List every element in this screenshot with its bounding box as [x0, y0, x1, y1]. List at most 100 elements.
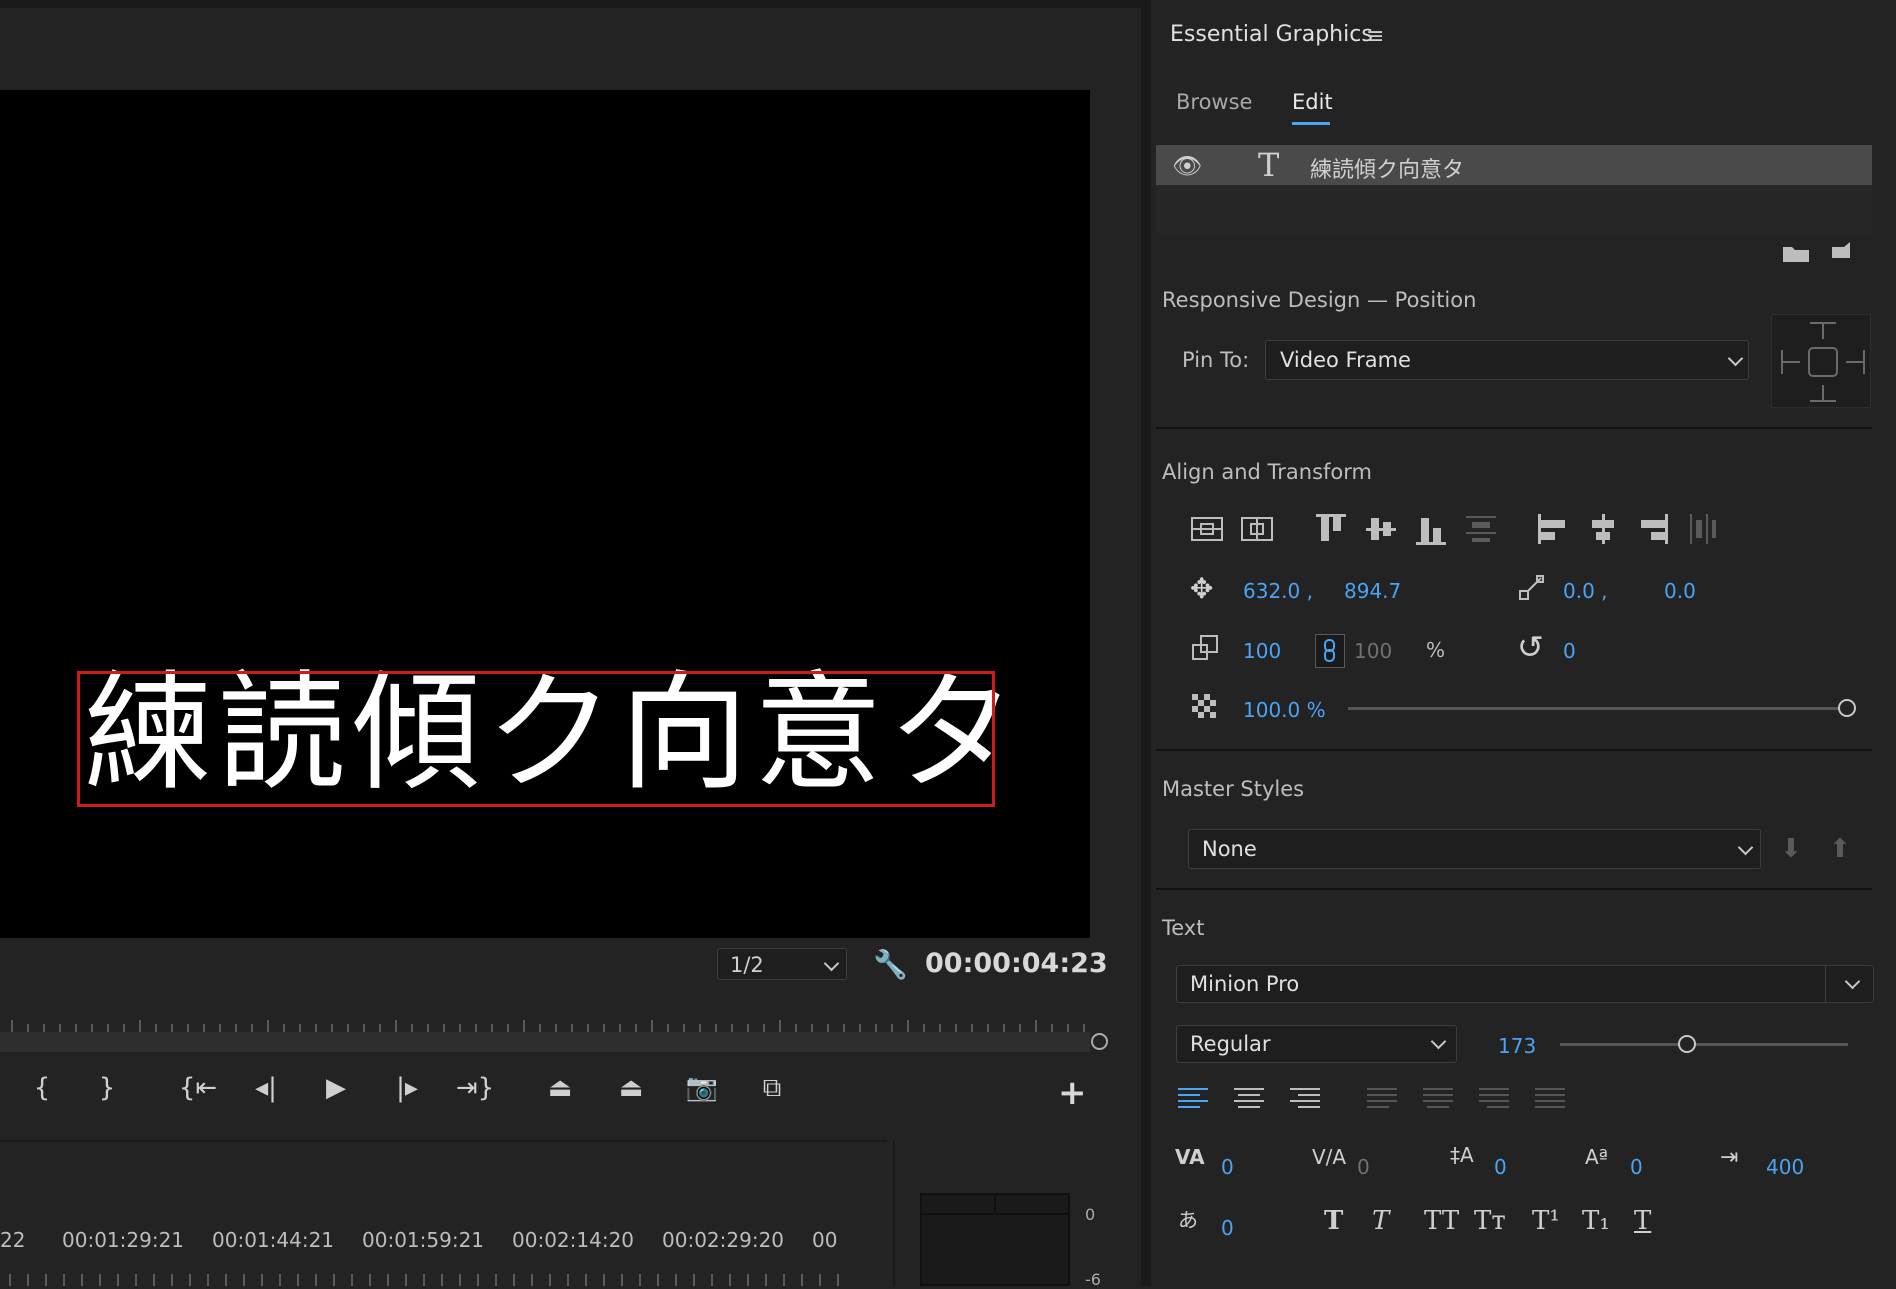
justify-left-icon	[1367, 1088, 1397, 1116]
justify-right-icon	[1479, 1088, 1509, 1116]
extract-icon[interactable]: ⏏	[611, 1073, 651, 1103]
font-style-value: Regular	[1190, 1032, 1271, 1056]
anchor-x-value[interactable]: 0.0 ,	[1563, 579, 1608, 603]
scrub-bar[interactable]	[0, 1032, 1090, 1052]
panel-menu-icon[interactable]: ≡	[1366, 24, 1384, 49]
align-transform-title: Align and Transform	[1162, 460, 1372, 484]
scale-value[interactable]: 100	[1243, 639, 1281, 663]
distribute-vertical-icon	[1466, 516, 1496, 542]
select-split	[1825, 966, 1826, 1002]
font-size-value[interactable]: 173	[1498, 1034, 1536, 1058]
baseline-shift-value[interactable]: 0	[1630, 1155, 1643, 1179]
align-right-icon[interactable]	[1636, 512, 1670, 546]
position-y-value[interactable]: 894.7	[1344, 579, 1401, 603]
align-vertical-center-frame-icon[interactable]	[1190, 512, 1224, 546]
small-caps-icon[interactable]: Tт	[1474, 1206, 1506, 1236]
opacity-slider-track[interactable]	[1348, 707, 1838, 710]
step-back-button[interactable]: ◂|	[246, 1073, 286, 1103]
mark-in-button[interactable]: {	[22, 1073, 62, 1103]
leading-value[interactable]: 0	[1494, 1155, 1507, 1179]
kerning-icon: VA	[1175, 1145, 1205, 1169]
active-tab-indicator	[1292, 122, 1330, 125]
section-separator	[1156, 427, 1872, 429]
zoom-handle[interactable]	[1091, 1033, 1108, 1050]
rotation-value[interactable]: 0	[1563, 639, 1576, 663]
audio-meter	[920, 1193, 1070, 1286]
faux-italic-icon[interactable]: T	[1372, 1206, 1389, 1236]
pin-to-select[interactable]: Video Frame	[1265, 340, 1749, 380]
responsive-design-title: Responsive Design — Position	[1162, 288, 1477, 312]
timeline-ruler[interactable]	[0, 1268, 845, 1286]
tab-width-icon: ⇥	[1720, 1145, 1739, 1170]
leading-icon: ‡A	[1450, 1143, 1474, 1167]
distribute-horizontal-icon	[1690, 514, 1716, 544]
position-x-value[interactable]: 632.0 ,	[1243, 579, 1313, 603]
text-layer-icon: T	[1258, 146, 1280, 184]
layer-name[interactable]: 練読傾ク向意タ	[1310, 152, 1464, 184]
chevron-down-icon	[1844, 973, 1861, 990]
font-style-select[interactable]: Regular	[1176, 1025, 1457, 1063]
time-ruler[interactable]	[0, 1006, 1100, 1032]
right-align-text-icon[interactable]	[1290, 1088, 1320, 1116]
playhead-timecode[interactable]: 00:00:04:23	[925, 948, 1108, 979]
underline-icon[interactable]: T	[1634, 1206, 1651, 1236]
resolution-select[interactable]: 1/2	[717, 948, 847, 980]
chevron-down-icon	[1737, 839, 1754, 856]
tab-edit[interactable]: Edit	[1292, 90, 1333, 114]
opacity-value[interactable]: 100.0 %	[1243, 698, 1326, 722]
tsume-icon: あ	[1178, 1208, 1198, 1232]
link-scale-toggle[interactable]	[1315, 634, 1345, 668]
tsume-value[interactable]: 0	[1221, 1216, 1234, 1240]
align-middle-icon[interactable]	[1364, 512, 1398, 546]
center-align-text-icon[interactable]	[1234, 1088, 1264, 1116]
subscript-icon[interactable]: T₁	[1582, 1206, 1610, 1236]
baseline-shift-icon: Aª	[1585, 1145, 1609, 1169]
position-icon: ✥	[1190, 572, 1214, 605]
add-button[interactable]: +	[1058, 1073, 1087, 1113]
font-family-value: Minion Pro	[1190, 972, 1300, 996]
text-selection-box[interactable]	[77, 671, 995, 807]
compare-view-icon[interactable]: ⧉	[752, 1073, 792, 1104]
all-caps-icon[interactable]: TT	[1424, 1206, 1459, 1236]
align-center-icon[interactable]	[1586, 512, 1620, 546]
pin-to-label: Pin To:	[1182, 348, 1250, 372]
wrench-icon[interactable]: 🔧	[873, 948, 908, 981]
justify-center-icon	[1423, 1088, 1453, 1116]
tracking-icon: V/A	[1312, 1145, 1347, 1169]
master-style-value: None	[1202, 837, 1257, 861]
master-style-select[interactable]: None	[1188, 829, 1761, 869]
panel-divider[interactable]	[1141, 0, 1151, 1286]
new-layer-icon[interactable]	[1830, 241, 1852, 263]
kerning-value[interactable]: 0	[1221, 1155, 1234, 1179]
font-size-slider-handle[interactable]	[1678, 1035, 1696, 1053]
step-forward-button[interactable]: |▸	[387, 1073, 427, 1103]
tab-browse[interactable]: Browse	[1176, 90, 1252, 114]
anchor-point-icon	[1519, 575, 1544, 600]
anchor-y-value[interactable]: 0.0	[1664, 579, 1696, 603]
superscript-icon[interactable]: T¹	[1532, 1206, 1560, 1236]
go-to-in-button[interactable]: {⇤	[178, 1073, 218, 1103]
new-group-icon[interactable]	[1782, 243, 1810, 263]
left-align-text-icon[interactable]	[1178, 1088, 1208, 1116]
eye-icon[interactable]: 👁	[1172, 152, 1202, 180]
font-size-slider-track[interactable]	[1560, 1043, 1848, 1046]
align-top-icon[interactable]	[1314, 512, 1348, 546]
font-family-select[interactable]: Minion Pro	[1176, 965, 1874, 1003]
go-to-out-button[interactable]: ⇥}	[455, 1073, 495, 1103]
section-separator	[1156, 888, 1872, 890]
align-left-icon[interactable]	[1536, 512, 1570, 546]
opacity-slider-handle[interactable]	[1838, 699, 1856, 717]
video-frame[interactable]	[0, 90, 1090, 938]
mark-out-button[interactable]: }	[87, 1073, 127, 1103]
meter-tick-label: -6	[1085, 1270, 1101, 1289]
tracking-value: 0	[1357, 1155, 1370, 1179]
align-horizontal-center-frame-icon[interactable]	[1240, 512, 1274, 546]
lift-icon[interactable]: ⏏	[540, 1073, 580, 1103]
faux-bold-icon[interactable]: T	[1324, 1206, 1343, 1236]
camera-icon[interactable]: 📷	[682, 1073, 722, 1103]
pin-edges-widget[interactable]	[1771, 314, 1871, 408]
play-button[interactable]: ▶	[316, 1073, 356, 1103]
tab-width-value[interactable]: 400	[1766, 1155, 1804, 1179]
timeline-panel	[0, 1140, 887, 1288]
align-bottom-icon[interactable]	[1414, 512, 1448, 546]
